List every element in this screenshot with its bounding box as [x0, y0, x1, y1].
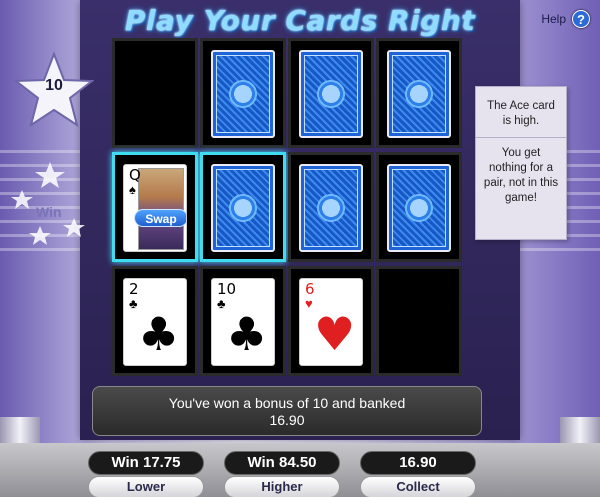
info-panel: The Ace card is high. You get nothing fo…: [475, 86, 567, 240]
card-rank: 10: [217, 280, 237, 298]
card-rank: 2: [129, 280, 139, 298]
card-back: [387, 50, 451, 138]
card-2-clubs: 2 ♣ ♣: [123, 278, 187, 366]
help-icon[interactable]: ?: [572, 10, 590, 28]
message-line-1: You've won a bonus of 10 and banked: [168, 395, 406, 411]
card-slot-r2c3: [288, 152, 374, 262]
card-back: [299, 50, 363, 138]
card-slot-r2c1[interactable]: Q ♠ Swap: [112, 152, 198, 262]
club-icon: ♣: [226, 307, 268, 361]
card-slot-r1c1: [112, 38, 198, 148]
card-slot-r3c1: 2 ♣ ♣: [112, 266, 198, 376]
card-back-pattern-icon: [392, 169, 446, 247]
lower-win-value: Win 17.75: [88, 451, 204, 475]
collect-button[interactable]: Collect: [360, 476, 476, 497]
club-icon: ♣: [138, 307, 180, 361]
card-rank: 6: [305, 280, 315, 298]
card-6-hearts: 6 ♥ ♥: [299, 278, 363, 366]
card-back-pattern-icon: [304, 169, 358, 247]
card-queen-spades[interactable]: Q ♠ Swap: [123, 164, 187, 252]
higher-win-value: Win 84.50: [224, 451, 340, 475]
lower-button[interactable]: Lower: [88, 476, 204, 497]
card-slot-r2c2[interactable]: [200, 152, 286, 262]
card-rank: Q: [129, 166, 141, 184]
card-slot-r2c4: [376, 152, 462, 262]
card-back-pattern-icon: [216, 55, 270, 133]
game-title: Play Your Cards Right: [124, 4, 476, 37]
card-back: [387, 164, 451, 252]
info-pair-rule: You get nothing for a pair, not in this …: [483, 147, 559, 204]
card-back: [299, 164, 363, 252]
card-10-clubs: 10 ♣ ♣: [211, 278, 275, 366]
card-slot-r1c4: [376, 38, 462, 148]
card-slot-r1c3: [288, 38, 374, 148]
help-button[interactable]: Help ?: [541, 10, 590, 28]
star-badge: 10: [13, 51, 95, 128]
card-back-pattern-icon: [392, 55, 446, 133]
help-label: Help: [541, 12, 566, 26]
heart-icon: ♥: [314, 307, 356, 361]
card-slot-r1c2: [200, 38, 286, 148]
card-slot-r3c2: 10 ♣ ♣: [200, 266, 286, 376]
card-slot-r3c4: [376, 266, 462, 376]
info-ace-high: The Ace card is high.: [476, 87, 566, 138]
heart-icon: ♥: [305, 296, 313, 311]
card-slot-r3c3: 6 ♥ ♥: [288, 266, 374, 376]
star-value: 10: [45, 77, 63, 94]
card-back: [211, 50, 275, 138]
swap-button[interactable]: Swap: [134, 209, 186, 227]
message-box: You've won a bonus of 10 and banked 16.9…: [92, 386, 482, 436]
higher-button[interactable]: Higher: [224, 476, 340, 497]
win-label: Win: [36, 204, 62, 220]
club-icon: ♣: [129, 296, 138, 311]
card-back-pattern-icon: [216, 169, 270, 247]
card-back[interactable]: [211, 164, 275, 252]
card-back-pattern-icon: [304, 55, 358, 133]
banked-value: 16.90: [360, 451, 476, 475]
spade-icon: ♠: [129, 182, 136, 197]
club-icon: ♣: [217, 296, 226, 311]
message-line-2: 16.90: [269, 412, 305, 428]
